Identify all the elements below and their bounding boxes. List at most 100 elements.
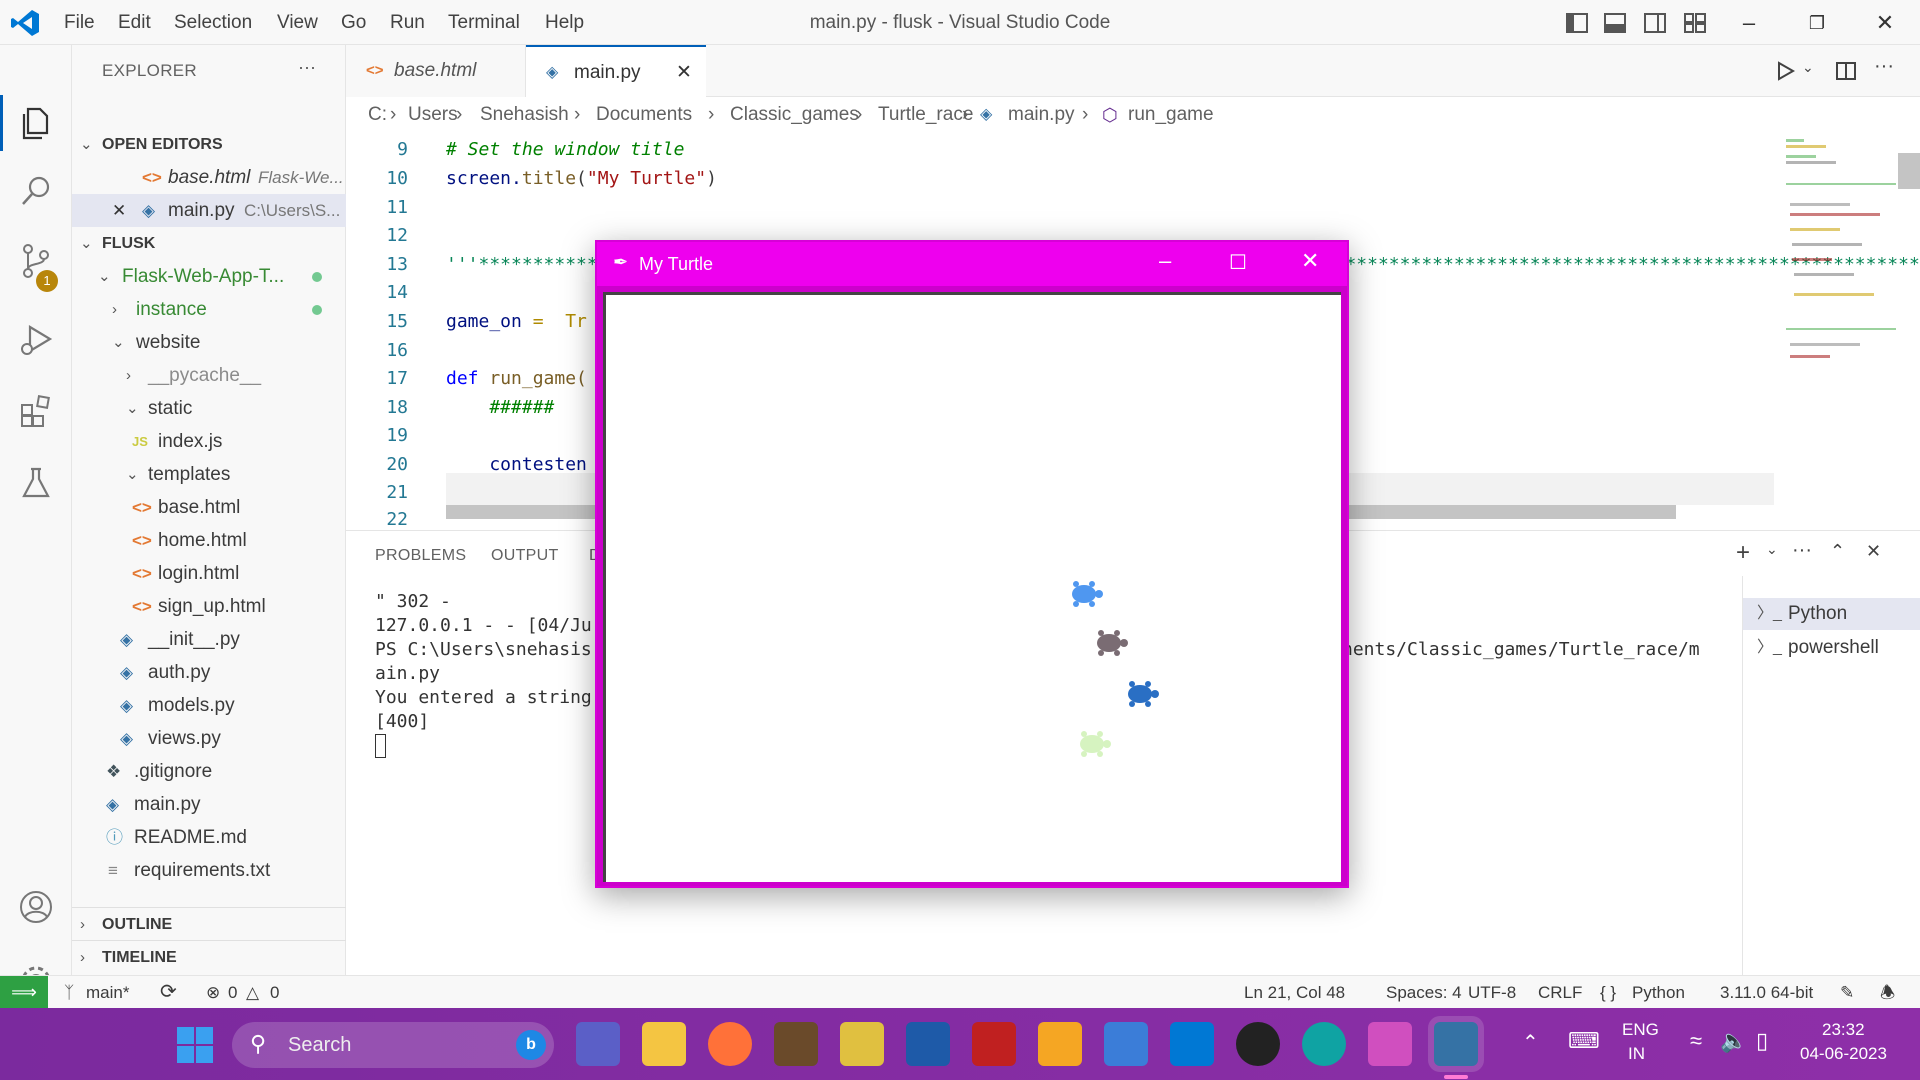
panel-more-icon[interactable]: ··· [1792,539,1812,562]
cursor-position[interactable]: Ln 21, Col 48 [1244,976,1345,1009]
terminal-item-powershell[interactable]: 〉_ powershell [1743,632,1920,664]
file-auth-py[interactable]: ◈ auth.py [72,656,346,689]
timeline-section[interactable]: › TIMELINE [72,940,346,973]
keyboard-icon[interactable]: ⌨ [1568,1028,1600,1054]
file-base-html[interactable]: <> base.html [72,491,346,524]
encoding[interactable]: UTF-8 [1468,976,1516,1009]
run-python-icon[interactable] [1773,59,1797,83]
open-editor-item[interactable]: <> base.html Flask-We... [72,161,346,194]
folder-website[interactable]: ⌄ website [72,326,346,359]
account-icon[interactable] [16,887,56,927]
breadcrumb-item[interactable]: main.py [1008,97,1075,133]
python-interpreter[interactable]: 3.11.0 64-bit [1720,976,1813,1009]
menu-selection[interactable]: Selection [174,12,252,34]
breadcrumb-item[interactable]: C: [368,97,387,133]
sync-icon[interactable]: ⟳ [160,976,177,1009]
turtle-titlebar[interactable]: ✒ My Turtle – ☐ ✕ [597,242,1347,286]
vscode-taskbar-icon[interactable] [1170,1022,1214,1066]
volume-icon[interactable]: 🔈 [1720,1028,1747,1054]
folder-templates[interactable]: ⌄ templates [72,458,346,491]
winrar-icon[interactable] [774,1022,818,1066]
file-views-py[interactable]: ◈ views.py [72,722,346,755]
file-login-html[interactable]: <> login.html [72,557,346,590]
close-tab-icon[interactable]: ✕ [676,47,692,99]
close-editor-icon[interactable]: ✕ [112,194,126,227]
run-dropdown-icon[interactable]: ⌄ [1802,59,1814,76]
file-home-html[interactable]: <> home.html [72,524,346,557]
breadcrumb-item[interactable]: Snehasish [480,97,569,133]
panel-tab-problems[interactable]: PROBLEMS [375,547,466,565]
windows-start-icon[interactable] [176,1026,214,1064]
language-mode[interactable]: Python [1632,976,1685,1009]
taskbar-search[interactable]: ⚲ Search b [232,1022,554,1068]
warnings-icon[interactable]: △ [246,976,259,1009]
testing-icon[interactable] [16,463,56,503]
turtle-minimize-icon[interactable]: – [1159,248,1171,274]
line-ending[interactable]: CRLF [1538,976,1582,1009]
firefox-icon[interactable] [708,1022,752,1066]
open-editor-item-active[interactable]: ✕ ◈ main.py C:\Users\S... [72,194,346,227]
breadcrumb-item[interactable]: Documents [596,97,692,133]
split-editor-icon[interactable] [1834,59,1858,83]
books-app-icon[interactable] [972,1022,1016,1066]
chevron-up-icon[interactable]: ⌃ [1522,1030,1539,1055]
app-icon[interactable] [1368,1022,1412,1066]
file-readme[interactable]: ⓘ README.md [72,821,346,854]
menu-go[interactable]: Go [341,12,366,34]
vertical-scrollbar[interactable] [1898,153,1920,189]
toggle-secondary-sidebar-icon[interactable] [1642,10,1668,36]
remote-indicator-icon[interactable]: ⟹ [0,976,48,1008]
app-icon[interactable] [906,1022,950,1066]
restore-icon[interactable]: ❐ [1802,8,1832,38]
breadcrumb-item[interactable]: Users [408,97,458,133]
menu-help[interactable]: Help [545,12,584,34]
breadcrumb-item[interactable]: Classic_games [730,97,859,133]
wifi-icon[interactable]: ≈ [1690,1028,1702,1054]
warning-count[interactable]: 0 [270,976,279,1009]
error-count[interactable]: 0 [228,976,237,1009]
toggle-panel-icon[interactable] [1602,10,1628,36]
open-editors-section[interactable]: ⌄ OPEN EDITORS [72,128,346,161]
tab-main-py[interactable]: ◈ main.py ✕ [526,45,706,97]
menu-edit[interactable]: Edit [118,12,151,34]
extensions-icon[interactable] [16,391,56,431]
minimize-icon[interactable]: – [1734,8,1764,38]
branch-name[interactable]: main* [86,976,129,1009]
feedback-icon[interactable]: ✎ [1840,976,1854,1009]
package-app-icon[interactable] [1038,1022,1082,1066]
bing-icon[interactable]: b [516,1030,546,1060]
turtle-canvas[interactable] [603,292,1341,882]
menu-file[interactable]: File [64,12,95,34]
github-icon[interactable] [1236,1022,1280,1066]
toggle-primary-sidebar-icon[interactable] [1564,10,1590,36]
search-icon[interactable] [16,171,56,211]
file-main-py[interactable]: ◈ main.py [72,788,346,821]
file-explorer-icon[interactable] [642,1022,686,1066]
maximize-panel-icon[interactable]: ⌃ [1830,541,1845,562]
file-models-py[interactable]: ◈ models.py [72,689,346,722]
folder-instance[interactable]: › instance [72,293,346,326]
editor-more-icon[interactable]: ··· [1874,55,1894,78]
file-sign-up-html[interactable]: <> sign_up.html [72,590,346,623]
breadcrumb-item[interactable]: run_game [1128,97,1214,133]
battery-icon[interactable]: ▯ [1756,1028,1768,1054]
minimap[interactable] [1778,133,1898,393]
explorer-icon[interactable] [16,103,56,143]
explorer-more-icon[interactable]: ··· [298,57,316,78]
file-init-py[interactable]: ◈ __init__.py [72,623,346,656]
language-code[interactable]: ENG [1622,1020,1659,1040]
tools-app-icon[interactable] [840,1022,884,1066]
outline-section[interactable]: › OUTLINE [72,907,346,940]
mail-icon[interactable] [1104,1022,1148,1066]
file-requirements[interactable]: ≡ requirements.txt [72,854,346,887]
python-taskbar-icon[interactable] [1434,1022,1478,1066]
menu-terminal[interactable]: Terminal [448,12,520,34]
folder-flask-web-app[interactable]: ⌄ Flask-Web-App-T... [72,260,346,293]
close-panel-icon[interactable]: ✕ [1866,541,1881,562]
tab-base-html[interactable]: <> base.html [346,45,526,97]
terminal-item-python[interactable]: 〉_ Python [1743,598,1920,630]
workspace-section[interactable]: ⌄ FLUSK [72,227,346,260]
edge-icon[interactable] [1302,1022,1346,1066]
errors-icon[interactable]: ⊗ [206,976,220,1009]
panel-tab-output[interactable]: OUTPUT [491,547,559,565]
